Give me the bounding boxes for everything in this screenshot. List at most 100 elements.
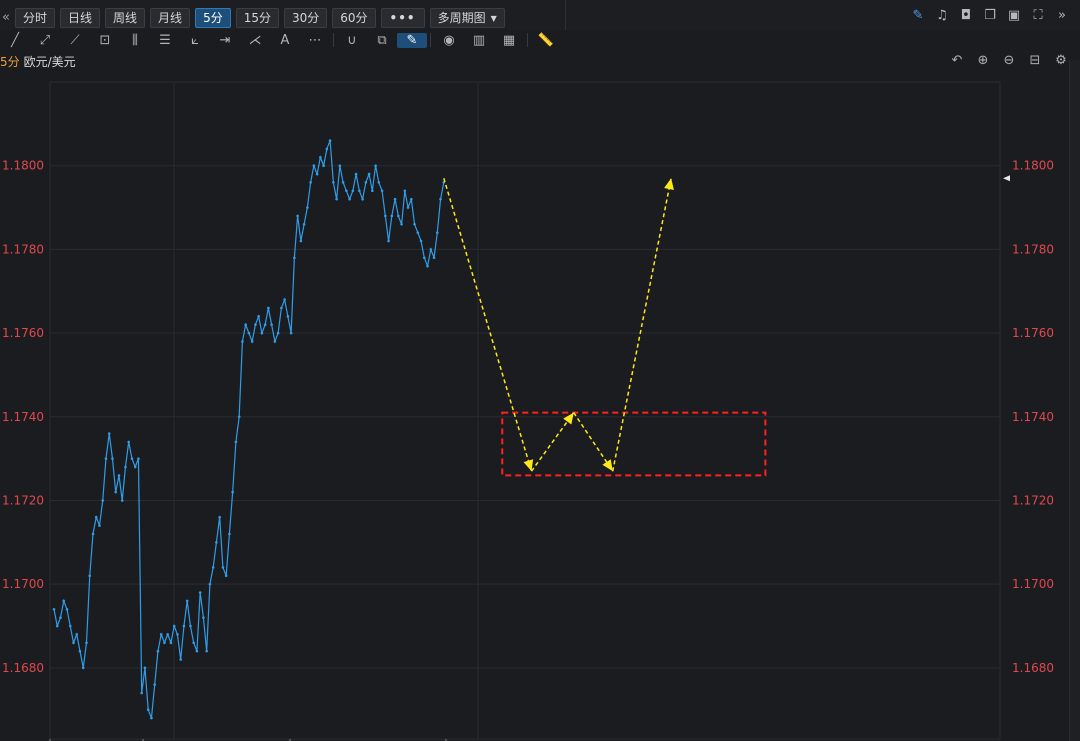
timeframe-button-30min[interactable]: 30分 [283, 7, 328, 28]
zoom-out-icon[interactable]: ⊖ [996, 53, 1022, 68]
pen-icon[interactable]: ✎ [906, 8, 930, 23]
undo-icon[interactable]: ↶ [944, 53, 970, 68]
brush-icon[interactable]: ✎ [397, 32, 427, 48]
bell-icon[interactable]: ♫ [930, 8, 954, 23]
y-tick-label-right: 1.1760 [1012, 326, 1054, 340]
price-point [335, 197, 338, 201]
magnet-icon[interactable]: ∪ [337, 33, 367, 48]
more-timeframes-button[interactable]: ••• [380, 7, 425, 28]
price-point [195, 649, 199, 653]
price-point [198, 591, 202, 594]
chevron-right-icon[interactable]: » [1050, 8, 1074, 23]
monitor-icon[interactable]: ▣ [1002, 8, 1026, 23]
timeframe-button-intraday[interactable]: 分时 [15, 7, 56, 28]
timeframe-button-weekly[interactable]: 周线 [105, 7, 146, 28]
fib-icon[interactable]: ☰ [150, 33, 180, 48]
price-point [55, 624, 59, 628]
price-point [202, 616, 205, 619]
price-point [179, 658, 182, 661]
toolbar-divider [527, 33, 528, 47]
symbol-timeframe: 5分 [0, 55, 20, 69]
price-point [231, 490, 234, 494]
price-point [205, 649, 208, 653]
drawing-toolbar: ╱ ⤢ ⟋ ⊡ ⫼ ☰ ⟀ ⇥ ⋌ A ⋯ ∪ ⧉ ✎ ◉ ▥ ▦ 📏 [0, 30, 561, 50]
price-point [111, 457, 114, 460]
timeframe-button-15min[interactable]: 15分 [235, 7, 279, 28]
crop-icon[interactable]: ⊡ [90, 33, 120, 48]
price-point [406, 206, 410, 209]
fullscreen-icon[interactable]: ⛶ [1026, 8, 1050, 23]
line-icon[interactable]: ╱ [0, 33, 30, 48]
price-point [312, 164, 316, 167]
price-point [322, 164, 325, 167]
price-point [328, 139, 332, 142]
price-point [124, 465, 127, 469]
chart-controls: ↶ ⊕ ⊖ ⊟ ⚙ [944, 53, 1074, 68]
price-point [159, 633, 163, 636]
price-point [208, 582, 212, 586]
price-point [351, 189, 355, 193]
price-point [88, 574, 92, 578]
price-point [91, 532, 95, 536]
grid-icon[interactable]: ▦ [494, 33, 524, 48]
timeframe-bar: « 分时 日线 周线 月线 5分 15分 30分 60分 ••• 多周期图 ▼ [0, 7, 510, 28]
timeframe-button-5min[interactable]: 5分 [195, 7, 231, 28]
price-chart[interactable]: 1.1680 1.1680 1.1700 1.1700 1.1720 1.1720 1.17… [0, 80, 1070, 741]
chevron-left-icon[interactable]: « [0, 10, 12, 25]
price-point [270, 323, 273, 327]
price-point [426, 264, 429, 268]
price-point [150, 716, 153, 720]
copy-icon[interactable]: ❐ [978, 8, 1002, 23]
price-point [273, 340, 277, 343]
price-point [260, 331, 264, 335]
price-point [293, 256, 296, 260]
bars-icon[interactable]: ⫼ [120, 33, 150, 48]
price-point [393, 197, 397, 201]
price-point [380, 189, 384, 193]
zoom-in-icon[interactable]: ⊕ [970, 53, 996, 68]
price-point [299, 239, 303, 243]
price-point [397, 214, 400, 218]
price-point [390, 214, 394, 218]
price-point [387, 239, 390, 243]
price-point [419, 239, 423, 243]
y-tick-label-left: 1.1720 [2, 493, 44, 507]
price-point [65, 607, 69, 611]
trash-icon[interactable]: ▥ [464, 33, 494, 48]
eye-icon[interactable]: ◉ [434, 33, 464, 48]
layers-icon[interactable]: ⧉ [367, 33, 397, 48]
polyline-icon[interactable]: ⟋ [60, 33, 90, 48]
price-point [163, 641, 166, 645]
more-icon[interactable]: ⋯ [300, 33, 330, 48]
y-tick-label-left: 1.1680 [2, 661, 44, 675]
price-point [101, 499, 105, 502]
price-point [384, 214, 387, 218]
price-point [169, 641, 173, 645]
forecast-arrow-segment [611, 178, 672, 472]
range-icon[interactable]: ⇥ [210, 33, 240, 48]
camera-icon[interactable]: ◘ [954, 8, 978, 23]
y-tick-label-left: 1.1780 [2, 242, 44, 256]
ruler-icon[interactable]: 📏 [531, 33, 561, 48]
price-point [120, 499, 124, 502]
multi-period-dropdown[interactable]: 多周期图 ▼ [429, 7, 505, 28]
fan-icon[interactable]: ⟀ [180, 33, 210, 48]
price-point [127, 440, 131, 444]
price-point [371, 189, 374, 193]
price-point [439, 197, 442, 201]
price-point [263, 323, 267, 327]
timeframe-button-60min[interactable]: 60分 [332, 7, 376, 28]
gann-icon[interactable]: ⋌ [240, 33, 270, 48]
price-point [156, 649, 160, 653]
top-divider [565, 0, 566, 30]
price-point [78, 649, 82, 653]
caret-down-icon: ▼ [490, 13, 497, 23]
timeframe-button-daily[interactable]: 日线 [60, 7, 101, 28]
price-series-line [53, 140, 445, 719]
ray-icon[interactable]: ⤢ [30, 33, 60, 48]
timeframe-button-monthly[interactable]: 月线 [150, 7, 191, 28]
price-point [361, 197, 364, 201]
text-icon[interactable]: A [270, 33, 300, 48]
price-point [257, 315, 260, 318]
crop-view-icon[interactable]: ⊟ [1022, 53, 1048, 68]
